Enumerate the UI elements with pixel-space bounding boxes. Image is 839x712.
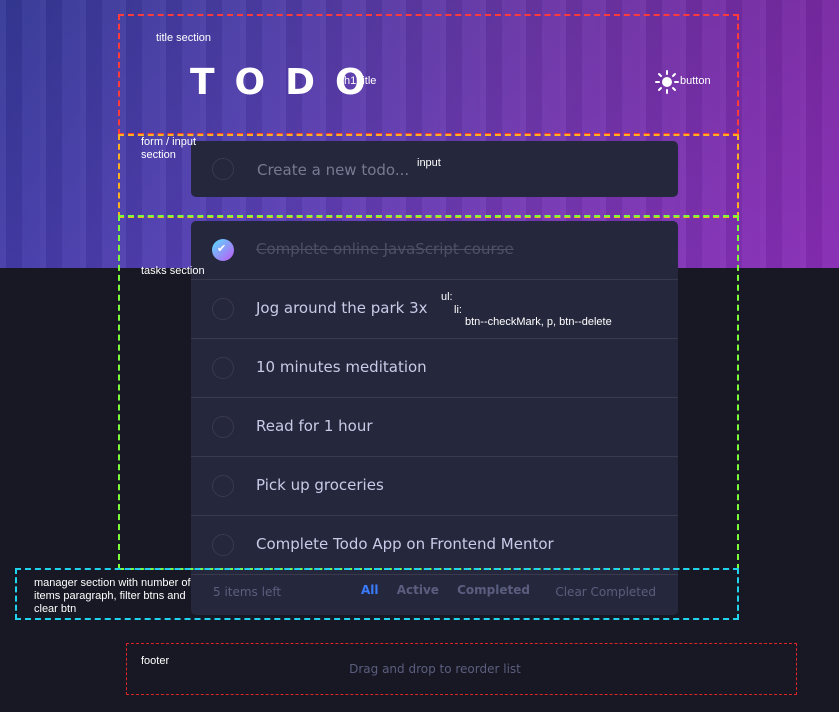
- todo-text: Complete online JavaScript course: [256, 240, 514, 258]
- checkmark-button[interactable]: [212, 416, 234, 438]
- filter-all-button[interactable]: All: [361, 583, 379, 597]
- checkmark-button[interactable]: [212, 239, 234, 261]
- filter-active-button[interactable]: Active: [397, 583, 439, 597]
- footer-hint: Drag and drop to reorder list: [349, 662, 521, 676]
- todo-item[interactable]: Jog around the park 3x: [191, 280, 678, 339]
- todo-item[interactable]: Read for 1 hour: [191, 398, 678, 457]
- form-section-label: form / input section: [141, 136, 197, 161]
- todo-list: Complete online JavaScript course Jog ar…: [191, 221, 678, 615]
- todo-text: Complete Todo App on Frontend Mentor: [256, 535, 554, 553]
- checkmark-button[interactable]: [212, 475, 234, 497]
- todo-text: Jog around the park 3x: [256, 299, 428, 317]
- input-label: input: [417, 157, 441, 169]
- filter-completed-button[interactable]: Completed: [457, 583, 530, 597]
- button-label: button: [680, 75, 711, 87]
- checkmark-button[interactable]: [212, 298, 234, 320]
- todo-text: Read for 1 hour: [256, 417, 373, 435]
- todo-text: Pick up groceries: [256, 476, 384, 494]
- list-manager: 5 items left All Active Completed Clear …: [191, 567, 678, 615]
- todo-item[interactable]: Complete online JavaScript course: [191, 221, 678, 280]
- li-label: li:: [454, 304, 462, 316]
- todo-item[interactable]: Pick up groceries: [191, 457, 678, 516]
- items-left-count: 5 items left: [213, 585, 282, 599]
- sun-icon: [655, 70, 679, 94]
- checkmark-button[interactable]: [212, 534, 234, 556]
- ul-label: ul:: [441, 291, 453, 303]
- filter-group: All Active Completed: [361, 583, 544, 597]
- todo-text: 10 minutes meditation: [256, 358, 427, 376]
- title-section-label: title section: [156, 32, 212, 44]
- tasks-section-label: tasks section: [141, 265, 205, 277]
- li-parts-label: btn--checkMark, p, btn--delete: [465, 316, 612, 328]
- clear-completed-button[interactable]: Clear Completed: [555, 585, 656, 599]
- todo-item[interactable]: 10 minutes meditation: [191, 339, 678, 398]
- h1-title-label: h1 title: [344, 75, 377, 87]
- theme-toggle-button[interactable]: [655, 70, 679, 94]
- footer-label: footer: [141, 655, 170, 667]
- manager-section-label: manager section with number of items par…: [34, 577, 191, 615]
- checkmark-button[interactable]: [212, 357, 234, 379]
- new-todo-check-circle: [212, 158, 234, 180]
- new-todo-input[interactable]: [255, 155, 659, 185]
